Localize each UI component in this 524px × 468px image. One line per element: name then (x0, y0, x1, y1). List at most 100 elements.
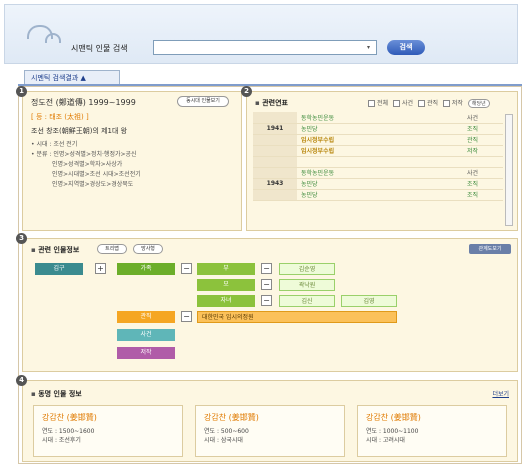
timeline-event[interactable]: 동학농민운동 (297, 167, 463, 179)
timeline-row[interactable]: 농민당 조직 (253, 189, 503, 201)
timeline-table: 동학농민운동 사건 1941 농민당 조직 임시정부수립 관직 임시정부수립 저작 동학농민운동 사… (253, 112, 503, 201)
search-bar: 시맨틱 인물 검색 ▾ 검색 (4, 4, 518, 64)
section-number-4: 4 (16, 375, 27, 386)
same-name-section: 동명 인물 정보 더보기 강감찬 (姜邯贊) 연도 : 1500~1600 시대… (22, 380, 518, 462)
collapse-family-button[interactable]: − (181, 263, 192, 274)
timeline-event[interactable]: 임시정부수립 (297, 134, 463, 146)
timeline-category: 저작 (463, 145, 503, 157)
treemap-button[interactable]: 트리맵 (97, 244, 127, 254)
person-subtitle: [ 등 : 태조 (太祖) ] (31, 113, 89, 121)
tab-semantic-results[interactable]: 시멘틱 검색결과 ▲ (24, 70, 120, 84)
timeline-row[interactable]: 1943 농민당 조직 (253, 178, 503, 190)
self-node[interactable]: 김구 (35, 263, 83, 275)
timeline-category: 사건 (463, 112, 503, 124)
filter-checkbox[interactable] (442, 100, 450, 107)
timeline-scrollbar[interactable] (505, 114, 513, 226)
child-name[interactable]: 김영 (341, 295, 397, 307)
same-name-heading: 동명 인물 정보 (31, 389, 82, 399)
filter-checkbox[interactable] (417, 100, 425, 107)
search-label: 시맨틱 인물 검색 (71, 44, 128, 53)
collapse-mother-button[interactable]: − (261, 279, 272, 290)
family-node[interactable]: 가족 (117, 263, 175, 275)
collapse-father-button[interactable]: − (261, 263, 272, 274)
search-button[interactable]: 검색 (387, 40, 425, 55)
event-node[interactable]: 사건 (117, 329, 175, 341)
card-year: 연도 : 1500~1600 (42, 428, 95, 435)
related-people-heading: 관련 인물정보 (31, 245, 79, 255)
card-era: 시대 : 조선후기 (42, 437, 81, 444)
work-node[interactable]: 저작 (117, 347, 175, 359)
father-name[interactable]: 김순영 (279, 263, 335, 275)
filter-checkbox[interactable] (368, 100, 375, 107)
timeline-row[interactable]: 임시정부수립 저작 (253, 145, 503, 157)
card-name: 강감찬 (姜邯贊) (366, 413, 421, 422)
info-line: • 분류 : 인명>성격별>정치·행정가>공신 (31, 151, 137, 158)
card-name: 강감찬 (姜邯贊) (204, 413, 259, 422)
expand-plus-button[interactable]: + (95, 263, 106, 274)
office-value[interactable]: 대한민국 임시의정원 (197, 311, 397, 323)
card-year: 연도 : 500~600 (204, 428, 249, 435)
timeline-event[interactable]: 농민당 (297, 178, 463, 190)
info-line: 인명>시대별>조선 시대>조선전기 (31, 171, 141, 178)
timeline-row[interactable]: 동학농민운동 사건 (253, 167, 503, 179)
timeline-year: 1943 (253, 178, 297, 190)
same-name-card[interactable]: 강감찬 (姜邯贊) 연도 : 500~600 시대 : 삼국시대 (195, 405, 345, 457)
father-node[interactable]: 부 (197, 263, 255, 275)
timeline-category: 관직 (463, 134, 503, 146)
timeline-year (253, 134, 297, 146)
info-line: 인명>성격별>학자>사상가 (31, 161, 123, 168)
office-node[interactable]: 관직 (117, 311, 175, 323)
timeline-category: 조직 (463, 123, 503, 135)
collapse-children-button[interactable]: − (261, 295, 272, 306)
section-number-3: 3 (16, 233, 27, 244)
timeline-section: 관련연표 전체 사건 관직 저작 해당년 동학농민운동사건1941농민당조직임시… (246, 91, 518, 231)
section-number-1: 1 (16, 86, 27, 97)
person-summary-section: 정도전 (鄭道傳) 1999~1999 동시대 인물보기 [ 등 : 태조 (太… (22, 91, 242, 231)
timeline-event[interactable]: 농민당 (297, 123, 463, 135)
same-name-card[interactable]: 강감찬 (姜邯贊) 연도 : 1000~1100 시대 : 고려시대 (357, 405, 507, 457)
contemporaries-button[interactable]: 동시대 인물보기 (177, 96, 229, 107)
child-name[interactable]: 김신 (279, 295, 335, 307)
timeline-event[interactable]: 농민당 (297, 189, 463, 201)
timeline-row[interactable]: 1941 농민당 조직 (253, 123, 503, 135)
timeline-category: 조직 (463, 178, 503, 190)
timeline-row[interactable]: 임시정부수립 관직 (253, 134, 503, 146)
card-year: 연도 : 1000~1100 (366, 428, 419, 435)
timeline-heading: 관련연표 (255, 98, 288, 108)
same-name-card[interactable]: 강감찬 (姜邯贊) 연도 : 1500~1600 시대 : 조선후기 (33, 405, 183, 457)
collapse-office-button[interactable]: − (181, 311, 192, 322)
children-node[interactable]: 자녀 (197, 295, 255, 307)
timeline-year (253, 167, 297, 179)
timeline-event[interactable] (297, 156, 463, 168)
timeline-row[interactable]: 동학농민운동 사건 (253, 112, 503, 124)
timeline-event[interactable]: 임시정부수립 (297, 145, 463, 157)
timeline-category: 사건 (463, 167, 503, 179)
logo-icon-inner (45, 33, 61, 43)
card-era: 시대 : 고려시대 (366, 437, 405, 444)
search-input[interactable] (153, 40, 377, 55)
more-link[interactable]: 더보기 (492, 389, 509, 398)
related-people-section: 관련 인물정보 트리맵 망사형 관계도보기 김구 + 가족 − 부 − 김순영 … (22, 238, 518, 372)
view-relations-button[interactable]: 관계도보기 (469, 244, 511, 254)
mother-name[interactable]: 곽낙원 (279, 279, 335, 291)
timeline-year (253, 145, 297, 157)
mother-node[interactable]: 모 (197, 279, 255, 291)
timeline-category: 조직 (463, 189, 503, 201)
timeline-event[interactable]: 동학농민운동 (297, 112, 463, 124)
filter-apply-button[interactable]: 해당년 (467, 99, 490, 108)
filter-label: 사건 (401, 100, 414, 107)
info-line: • 시대 : 조선 전기 (31, 141, 78, 148)
card-name: 강감찬 (姜邯贊) (42, 413, 97, 422)
person-info-list: • 시대 : 조선 전기 • 분류 : 인명>성격별>정치·행정가>공신 인명>… (31, 140, 237, 190)
filter-label: 저작 (451, 100, 463, 107)
timeline-row[interactable] (253, 156, 503, 168)
info-line: 인명>지역별>경상도>경상북도 (31, 181, 134, 188)
filter-label: 관직 (426, 100, 438, 107)
timeline-year (253, 156, 297, 168)
timeline-year: 1941 (253, 123, 297, 135)
timeline-category (463, 156, 503, 168)
filter-label: 전체 (377, 100, 389, 107)
search-dropdown-icon[interactable]: ▾ (361, 41, 376, 54)
filter-checkbox[interactable] (392, 100, 400, 107)
network-button[interactable]: 망사형 (133, 244, 163, 254)
